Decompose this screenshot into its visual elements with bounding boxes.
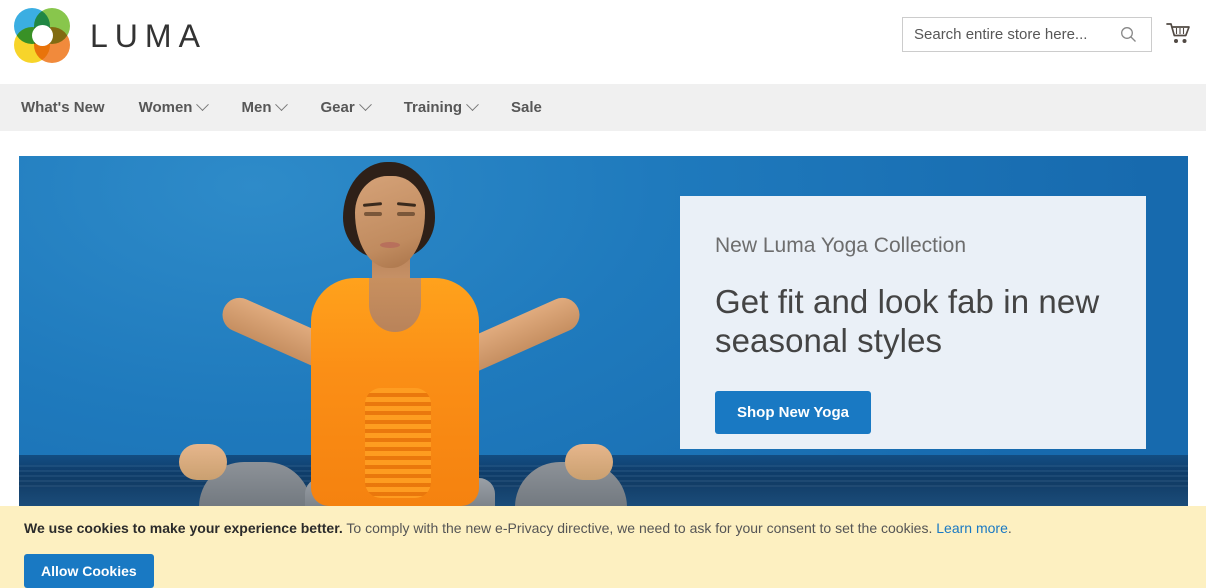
lips xyxy=(380,242,400,248)
chevron-down-icon xyxy=(466,98,479,112)
cookie-headline: We use cookies to make your experience b… xyxy=(24,520,343,536)
hand-right xyxy=(565,444,613,480)
eye-right xyxy=(397,212,415,216)
top-ruching xyxy=(365,388,431,498)
nav-label: Sale xyxy=(511,99,542,116)
cookie-description: To comply with the new e-Privacy directi… xyxy=(342,520,933,536)
hero-photo-subject xyxy=(179,156,735,506)
nav-label: Men xyxy=(241,99,272,116)
logo-center-hole xyxy=(32,25,53,46)
cookie-message: We use cookies to make your experience b… xyxy=(24,518,1206,538)
allow-cookies-button[interactable]: Allow Cookies xyxy=(24,554,154,588)
eye-left xyxy=(364,212,382,216)
face xyxy=(355,176,425,268)
brand-name: LUMA xyxy=(90,17,207,54)
learn-more-link[interactable]: Learn more xyxy=(936,520,1008,536)
chevron-down-icon xyxy=(196,98,210,112)
nav-item-sale[interactable]: Sale xyxy=(511,84,542,131)
shop-new-yoga-button[interactable]: Shop New Yoga xyxy=(715,391,871,434)
nav-label: Training xyxy=(403,99,463,116)
cart-button[interactable] xyxy=(1163,18,1195,50)
nav-item-whats-new[interactable]: What's New xyxy=(21,84,105,131)
search-button[interactable] xyxy=(1108,18,1148,51)
hero-banner[interactable]: New Luma Yoga Collection Get fit and loo… xyxy=(19,156,1188,506)
search-icon xyxy=(1120,27,1136,42)
nav-label: What's New xyxy=(21,99,105,116)
cookie-consent-banner: We use cookies to make your experience b… xyxy=(0,506,1206,588)
nav-item-training[interactable]: Training xyxy=(403,84,479,131)
shopping-cart-icon xyxy=(1166,23,1190,43)
hero-text-panel: New Luma Yoga Collection Get fit and loo… xyxy=(680,196,1146,449)
nav-item-gear[interactable]: Gear xyxy=(320,84,372,131)
main-navigation: What's New Women Men Gear Training Sale xyxy=(0,84,1206,131)
hand-left xyxy=(179,444,227,480)
search-box[interactable] xyxy=(902,17,1152,52)
hero-eyebrow: New Luma Yoga Collection xyxy=(715,234,966,257)
hero-title: Get fit and look fab in new seasonal sty… xyxy=(715,283,1100,359)
nav-label: Gear xyxy=(320,99,355,116)
nav-item-men[interactable]: Men xyxy=(241,84,289,131)
site-header: LUMA xyxy=(0,0,1206,84)
luma-flower-logo-icon xyxy=(14,8,72,64)
cookie-link-suffix: . xyxy=(1007,520,1012,536)
luma-storefront-page: LUMA What's New xyxy=(0,0,1206,588)
nav-label: Women xyxy=(138,99,193,116)
nav-item-women[interactable]: Women xyxy=(138,84,210,131)
chevron-down-icon xyxy=(275,98,289,112)
site-logo[interactable]: LUMA xyxy=(14,8,207,64)
search-input[interactable] xyxy=(903,19,1108,50)
chevron-down-icon xyxy=(358,98,372,112)
